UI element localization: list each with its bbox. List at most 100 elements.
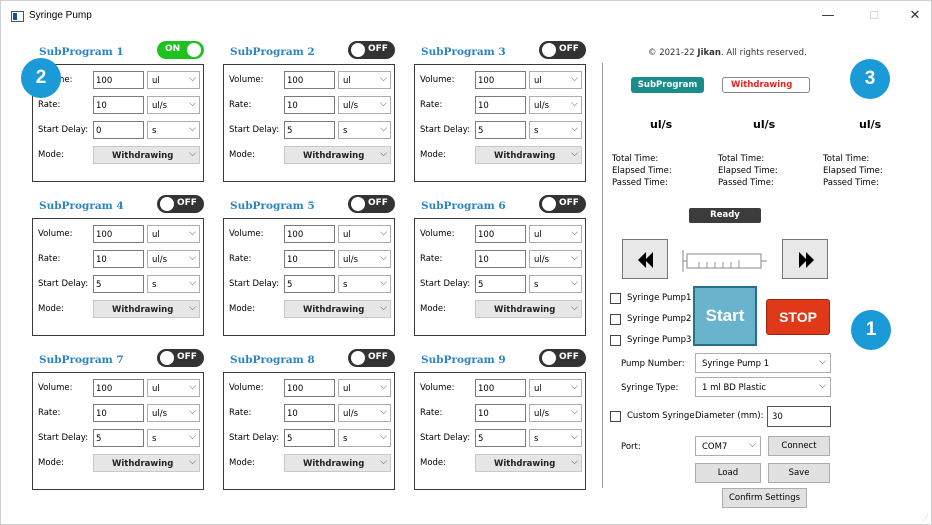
stop-button[interactable]: STOP bbox=[766, 299, 830, 335]
volume-input[interactable]: 100 bbox=[475, 225, 526, 243]
rate-unit-select[interactable]: ul/s ⌵ bbox=[147, 404, 200, 422]
volume-input[interactable]: 100 bbox=[93, 225, 144, 243]
start-delay-input[interactable]: 5 bbox=[93, 429, 144, 447]
syringe-type-select[interactable]: 1 ml BD Plastic ⌵ bbox=[695, 377, 831, 397]
pump-number-select[interactable]: Syringe Pump 1 ⌵ bbox=[695, 353, 831, 373]
maximize-button[interactable]: ☐ bbox=[859, 6, 889, 26]
checkbox-box[interactable] bbox=[610, 411, 621, 422]
rate-unit-select[interactable]: ul/s ⌵ bbox=[147, 96, 200, 114]
rate-input[interactable]: 10 bbox=[475, 250, 526, 268]
start-delay-unit-select[interactable]: s ⌵ bbox=[147, 429, 200, 447]
elapsed-time-label: Elapsed Time: bbox=[612, 166, 672, 176]
volume-input[interactable]: 100 bbox=[93, 71, 144, 89]
rate-input[interactable]: 10 bbox=[284, 250, 335, 268]
start-delay-unit-select[interactable]: s ⌵ bbox=[529, 121, 582, 139]
subprogram-toggle[interactable]: OFF bbox=[539, 349, 586, 367]
volume-unit-select[interactable]: ul ⌵ bbox=[529, 379, 582, 397]
start-delay-unit-select[interactable]: s ⌵ bbox=[338, 275, 391, 293]
start-delay-unit-select[interactable]: s ⌵ bbox=[338, 121, 391, 139]
volume-input[interactable]: 100 bbox=[284, 71, 335, 89]
confirm-settings-button[interactable]: Confirm Settings bbox=[722, 488, 807, 508]
rewind-button[interactable] bbox=[622, 239, 668, 279]
port-select[interactable]: COM7 ⌵ bbox=[695, 436, 761, 456]
mode-select[interactable]: Withdrawing ⌵ bbox=[284, 454, 391, 472]
subprogram-card-7: SubProgram 7 OFF Volume: 100 ul ⌵ Rate: 10 ul/s ⌵… bbox=[32, 346, 212, 496]
start-delay-unit-select[interactable]: s ⌵ bbox=[338, 429, 391, 447]
mode-select[interactable]: Withdrawing ⌵ bbox=[475, 454, 582, 472]
rate-input[interactable]: 10 bbox=[93, 250, 144, 268]
start-delay-unit-select[interactable]: s ⌵ bbox=[147, 121, 200, 139]
start-delay-unit-select[interactable]: s ⌵ bbox=[529, 275, 582, 293]
volume-input[interactable]: 100 bbox=[475, 379, 526, 397]
chevron-down-icon: ⌵ bbox=[571, 382, 578, 392]
save-button[interactable]: Save bbox=[768, 463, 830, 483]
mode-select[interactable]: Withdrawing ⌵ bbox=[93, 454, 200, 472]
subprogram-toggle[interactable]: OFF bbox=[348, 349, 395, 367]
checkbox-box[interactable] bbox=[610, 335, 621, 346]
start-delay-input[interactable]: 5 bbox=[284, 275, 335, 293]
elapsed-time-label: Elapsed Time: bbox=[823, 166, 883, 176]
checkbox-box[interactable] bbox=[610, 314, 621, 325]
volume-input[interactable]: 100 bbox=[284, 379, 335, 397]
volume-unit-select[interactable]: ul ⌵ bbox=[529, 225, 582, 243]
rate-unit-select[interactable]: ul/s ⌵ bbox=[338, 404, 391, 422]
volume-unit-select[interactable]: ul ⌵ bbox=[338, 71, 391, 89]
subprogram-toggle[interactable]: OFF bbox=[539, 195, 586, 213]
start-delay-input[interactable]: 5 bbox=[284, 429, 335, 447]
mode-select[interactable]: Withdrawing ⌵ bbox=[93, 300, 200, 318]
volume-unit-select[interactable]: ul ⌵ bbox=[147, 71, 200, 89]
start-button[interactable]: Start bbox=[693, 286, 757, 346]
load-button[interactable]: Load bbox=[695, 463, 761, 483]
subprogram-toggle[interactable]: OFF bbox=[348, 41, 395, 59]
mode-row: Mode: Withdrawing ⌵ bbox=[420, 146, 582, 164]
volume-input[interactable]: 100 bbox=[284, 225, 335, 243]
mode-select[interactable]: Withdrawing ⌵ bbox=[475, 146, 582, 164]
volume-unit-select[interactable]: ul ⌵ bbox=[338, 379, 391, 397]
rate-unit-select[interactable]: ul/s ⌵ bbox=[529, 250, 582, 268]
start-delay-input[interactable]: 5 bbox=[93, 275, 144, 293]
rate-input[interactable]: 10 bbox=[93, 404, 144, 422]
connect-button[interactable]: Connect bbox=[768, 436, 830, 456]
volume-unit-select[interactable]: ul ⌵ bbox=[147, 225, 200, 243]
rate-input[interactable]: 10 bbox=[475, 404, 526, 422]
rate-input[interactable]: 10 bbox=[284, 96, 335, 114]
rate-label: Rate: bbox=[420, 408, 443, 418]
start-delay-input[interactable]: 5 bbox=[475, 429, 526, 447]
resize-grip-icon[interactable]: ⋰ bbox=[922, 514, 929, 522]
volume-input[interactable]: 100 bbox=[93, 379, 144, 397]
mode-select[interactable]: Withdrawing ⌵ bbox=[475, 300, 582, 318]
subprogram-toggle[interactable]: OFF bbox=[348, 195, 395, 213]
mode-select[interactable]: Withdrawing ⌵ bbox=[284, 146, 391, 164]
rate-input[interactable]: 10 bbox=[284, 404, 335, 422]
volume-unit-select[interactable]: ul ⌵ bbox=[147, 379, 200, 397]
start-delay-input[interactable]: 5 bbox=[284, 121, 335, 139]
volume-unit-select[interactable]: ul ⌵ bbox=[338, 225, 391, 243]
diameter-label: Diameter (mm): bbox=[695, 411, 764, 421]
start-delay-unit-select[interactable]: s ⌵ bbox=[529, 429, 582, 447]
subprogram-toggle[interactable]: ON bbox=[157, 41, 204, 59]
checkbox-box[interactable] bbox=[610, 293, 621, 304]
volume-input[interactable]: 100 bbox=[475, 71, 526, 89]
toggle-knob bbox=[542, 43, 556, 57]
start-delay-input[interactable]: 0 bbox=[93, 121, 144, 139]
rate-input[interactable]: 10 bbox=[475, 96, 526, 114]
start-delay-input[interactable]: 5 bbox=[475, 121, 526, 139]
rate-unit-select[interactable]: ul/s ⌵ bbox=[529, 404, 582, 422]
subprogram-toggle[interactable]: OFF bbox=[157, 349, 204, 367]
close-button[interactable]: ✕ bbox=[900, 6, 930, 26]
rate-unit-select[interactable]: ul/s ⌵ bbox=[529, 96, 582, 114]
mode-select[interactable]: Withdrawing ⌵ bbox=[93, 146, 200, 164]
rate-unit-select[interactable]: ul/s ⌵ bbox=[338, 250, 391, 268]
rate-unit-select[interactable]: ul/s ⌵ bbox=[147, 250, 200, 268]
rate-unit-select[interactable]: ul/s ⌵ bbox=[338, 96, 391, 114]
start-delay-input[interactable]: 5 bbox=[475, 275, 526, 293]
forward-button[interactable] bbox=[782, 239, 828, 279]
volume-unit-select[interactable]: ul ⌵ bbox=[529, 71, 582, 89]
subprogram-toggle[interactable]: OFF bbox=[539, 41, 586, 59]
diameter-input[interactable]: 30 bbox=[767, 406, 831, 427]
rate-input[interactable]: 10 bbox=[93, 96, 144, 114]
mode-select[interactable]: Withdrawing ⌵ bbox=[284, 300, 391, 318]
subprogram-toggle[interactable]: OFF bbox=[157, 195, 204, 213]
minimize-button[interactable]: — bbox=[813, 6, 843, 26]
start-delay-unit-select[interactable]: s ⌵ bbox=[147, 275, 200, 293]
